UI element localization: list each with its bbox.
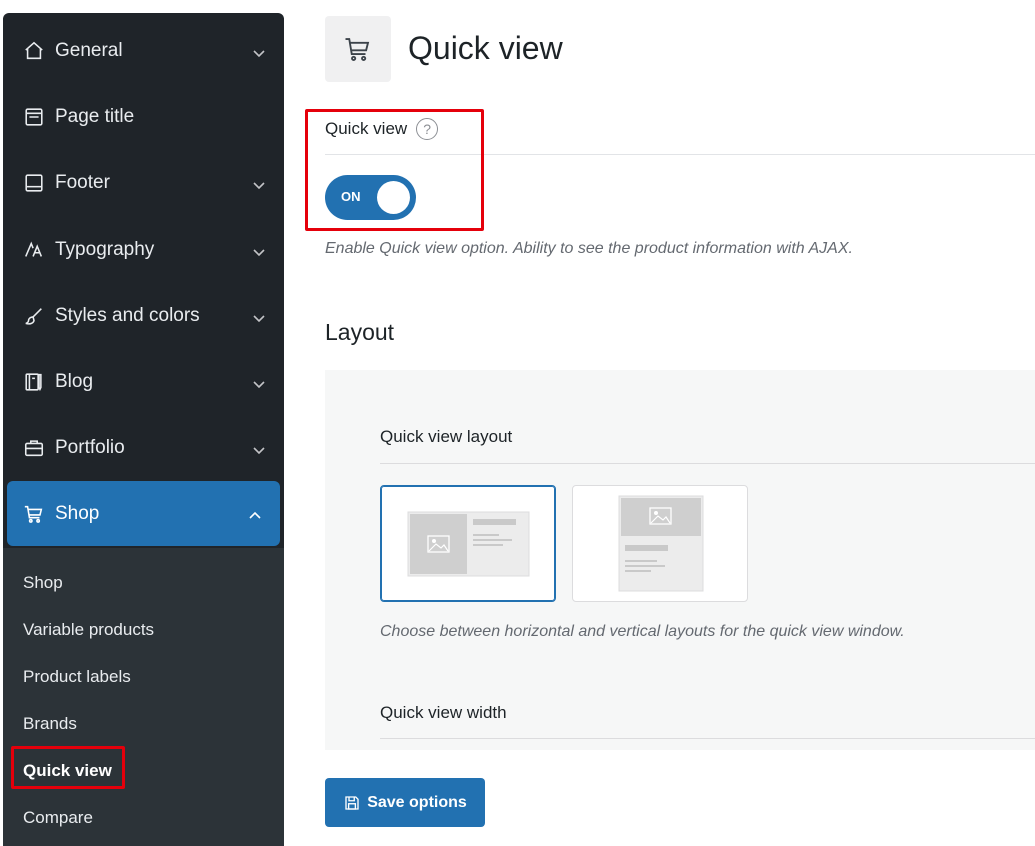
page-icon [325,16,391,82]
submenu-item-shop[interactable]: Shop [23,570,63,596]
quick-view-width-label: Quick view width [380,703,507,722]
sidebar-item-shop[interactable]: Shop [7,481,280,546]
sidebar-item-label: Portfolio [55,437,125,458]
sidebar-item-typography[interactable]: Typography [3,220,284,280]
quick-view-description: Enable Quick view option. Ability to see… [325,240,853,257]
save-button-label: Save options [367,793,467,811]
chevron-down-icon [252,44,266,58]
chevron-down-icon [252,176,266,190]
submenu-item-product-labels[interactable]: Product labels [23,664,131,690]
sidebar-item-label: Blog [55,371,94,392]
sidebar-item-styles-and-colors[interactable]: Styles and colors [3,286,284,346]
highlight-box-quick-view-menu [11,746,125,789]
quick-view-layout-label: Quick view layout [380,427,513,446]
chevron-down-icon [252,375,266,389]
submenu-item-compare[interactable]: Compare [23,805,93,831]
divider [380,738,1035,739]
briefcase-icon [23,437,45,459]
vertical-layout-icon [618,495,704,592]
layout-description: Choose between horizontal and vertical l… [380,623,905,640]
chevron-down-icon [252,309,266,323]
save-icon [345,795,359,810]
horizontal-layout-icon [407,511,530,577]
cart-icon [345,38,370,61]
sidebar-item-footer[interactable]: Footer [3,153,284,213]
footer-icon [23,172,45,194]
submenu-item-variable-products[interactable]: Variable products [23,617,154,643]
cart-icon [23,503,45,525]
sidebar-item-blog[interactable]: Blog [3,352,284,412]
layout-option-vertical[interactable] [572,485,748,602]
sidebar-item-portfolio[interactable]: Portfolio [3,418,284,478]
sidebar-item-general[interactable]: General [3,21,284,81]
brush-icon [23,305,45,327]
typography-icon [23,239,45,261]
sidebar-item-label: Typography [55,239,155,260]
blog-icon [23,371,45,393]
layout-option-horizontal[interactable] [380,485,556,602]
save-options-button[interactable]: Save options [325,778,485,827]
sidebar-item-label: Page title [55,106,135,127]
home-icon [23,40,45,62]
highlight-box-quick-view-toggle [305,109,484,231]
sidebar-item-label: General [55,40,123,61]
sidebar-item-page-title[interactable]: Page title [3,87,284,147]
page-title-icon [23,106,45,128]
sidebar-item-label: Footer [55,172,110,193]
layout-section-title: Layout [325,319,395,345]
chevron-up-icon [248,507,262,521]
divider [380,463,1035,464]
sidebar-item-label: Shop [55,502,100,524]
chevron-down-icon [252,441,266,455]
settings-sidebar: General Page title Footer Typography Sty… [3,13,284,846]
shop-submenu: Shop Variable products Product labels Br… [3,548,284,846]
page-title: Quick view [408,30,563,66]
submenu-item-brands[interactable]: Brands [23,711,77,737]
chevron-down-icon [252,243,266,257]
sidebar-item-label: Styles and colors [55,305,200,326]
